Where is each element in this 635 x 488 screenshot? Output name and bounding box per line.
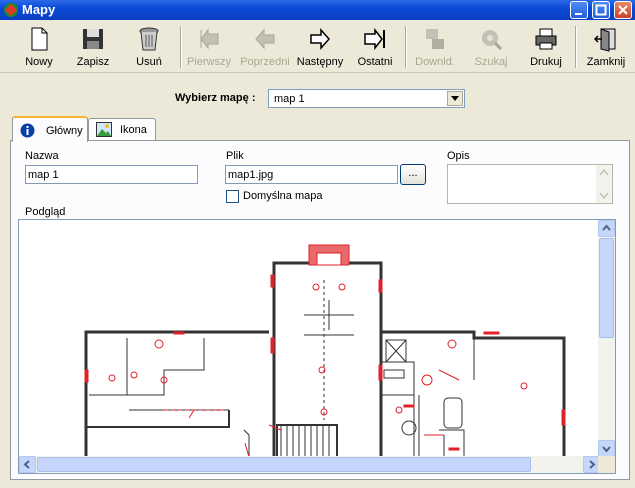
arrow-right-icon	[310, 28, 331, 50]
toolbar-separator	[405, 26, 407, 68]
close-icon	[618, 5, 628, 15]
chevron-up-icon	[602, 224, 611, 231]
scroll-arrows-icon	[599, 168, 609, 200]
minimize-icon	[575, 13, 582, 15]
print-button[interactable]: Drukuj	[520, 24, 572, 70]
exit-door-icon	[593, 28, 616, 52]
toolbar-separator	[180, 26, 182, 68]
name-label: Nazwa	[25, 150, 59, 162]
name-input[interactable]: map 1	[25, 165, 198, 184]
vertical-scroll-thumb[interactable]	[599, 238, 614, 338]
search-button[interactable]: Szukaj	[466, 24, 516, 70]
first-record-icon	[200, 28, 219, 50]
dropdown-button[interactable]	[447, 91, 463, 106]
horizontal-scroll-thumb[interactable]	[37, 457, 531, 472]
tab-main[interactable]: Główny	[12, 116, 88, 142]
last-button[interactable]: Ostatni	[350, 24, 400, 70]
close-window-button[interactable]	[614, 1, 632, 19]
file-label: Plik	[226, 150, 244, 162]
app-icon	[4, 3, 18, 17]
maximize-button[interactable]	[592, 1, 610, 19]
floor-plan-image	[84, 244, 566, 457]
default-map-label: Domyślna mapa	[243, 190, 323, 202]
arrow-left-icon	[255, 28, 275, 50]
description-textarea[interactable]	[447, 164, 613, 204]
toolbar: Nowy Zapisz Usuń Pierwszy Poprzedni Nast…	[0, 20, 635, 73]
trash-can-icon	[139, 27, 159, 51]
description-scrollbar[interactable]	[596, 165, 612, 203]
printer-icon	[535, 28, 557, 50]
next-button[interactable]: Następny	[294, 24, 346, 70]
first-button[interactable]: Pierwszy	[184, 24, 234, 70]
scroll-up-button[interactable]	[598, 220, 615, 237]
map-preview[interactable]	[18, 219, 616, 474]
chevron-right-icon	[589, 460, 596, 469]
image-icon	[96, 122, 112, 137]
download-button[interactable]: Downld.	[410, 24, 460, 70]
maximize-icon	[595, 4, 607, 16]
toolbar-separator	[575, 26, 577, 68]
preview-vertical-scrollbar[interactable]	[598, 220, 615, 457]
file-input-value: map1.jpg	[228, 169, 274, 181]
scroll-left-button[interactable]	[19, 456, 36, 473]
floppy-disk-icon	[83, 29, 103, 49]
new-document-icon	[31, 27, 48, 51]
chevron-left-icon	[23, 460, 30, 469]
preview-label: Podgląd	[25, 206, 66, 218]
scroll-down-button[interactable]	[598, 440, 615, 457]
map-select[interactable]: map 1	[268, 89, 465, 108]
chevron-down-icon	[451, 96, 459, 101]
scrollbar-corner	[598, 456, 615, 473]
chevron-down-icon	[602, 446, 611, 453]
tab-icon[interactable]: Ikona	[88, 118, 156, 140]
browse-button[interactable]: ...	[400, 164, 426, 185]
new-button[interactable]: Nowy	[14, 24, 64, 70]
search-icon	[482, 30, 503, 51]
preview-horizontal-scrollbar[interactable]	[19, 456, 600, 473]
map-select-label: Wybierz mapę :	[175, 92, 256, 104]
save-button[interactable]: Zapisz	[68, 24, 118, 70]
close-button[interactable]: Zamknij	[580, 24, 632, 70]
map-select-value: map 1	[274, 93, 305, 105]
last-record-icon	[364, 27, 385, 51]
window-title: Mapy	[22, 2, 56, 17]
minimize-button[interactable]	[570, 1, 588, 19]
delete-button[interactable]: Usuń	[124, 24, 174, 70]
file-input[interactable]: map1.jpg	[225, 165, 398, 184]
download-icon	[426, 29, 444, 49]
info-icon	[20, 123, 35, 138]
name-input-value: map 1	[28, 169, 59, 181]
description-label: Opis	[447, 150, 470, 162]
title-bar: Mapy	[0, 0, 635, 20]
previous-button[interactable]: Poprzedni	[238, 24, 292, 70]
default-map-checkbox[interactable]	[226, 190, 239, 203]
